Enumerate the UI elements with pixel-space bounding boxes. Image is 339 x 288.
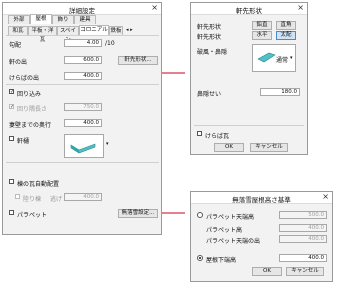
detail-settings-window: 詳細設定 × 外部 屋根 飾り 建具 和瓦 平板・洋瓦 スペイン コロニアル 鉄… — [2, 2, 162, 235]
fascia-shape-icon — [257, 52, 276, 63]
subtab-hiraita[interactable]: 平板・洋瓦 — [28, 26, 57, 43]
gutter-thumbnail-arrow[interactable]: ▾ — [106, 141, 109, 147]
roof-bottom-radio[interactable] — [197, 255, 203, 261]
gutter-label: 軒樋 — [17, 138, 30, 145]
gutter-shape-icon — [70, 143, 96, 154]
verge-tile-label: けらば瓦 — [205, 133, 230, 140]
eave-shape-row1-label: 軒先形状 — [197, 24, 222, 31]
snow-titlebar: 無落雪屋根高さ基準 × — [191, 192, 332, 204]
tab-exterior[interactable]: 外部 — [8, 15, 30, 24]
subtab-scroll-icon[interactable]: ◂ ▸ — [126, 27, 133, 33]
tab-roof[interactable]: 屋根 — [30, 14, 52, 24]
horizontal-button[interactable]: 水平 — [252, 31, 272, 40]
ok-button[interactable]: OK — [252, 267, 282, 276]
parapet-label: パラペット — [17, 212, 48, 219]
gable-depth-input[interactable]: 400.0 — [64, 119, 102, 127]
vertical-button[interactable]: 鉛直 — [252, 21, 272, 30]
flat-ridge-clearance-input[interactable]: 400.0 — [64, 193, 102, 201]
eave-divider — [194, 125, 304, 126]
ridge-auto-label: 棟の瓦自動配置 — [17, 181, 60, 188]
verge-label: けらばの出 — [9, 75, 40, 82]
tab-fittings[interactable]: 建具 — [74, 15, 96, 24]
eave-shape-window: 軒先形状 × 軒先形状 鉛直 直角 軒先形状 水平 太配 破風・鼻隠 通常 ▾ … — [190, 2, 308, 155]
ok-button[interactable]: OK — [214, 143, 244, 152]
pitch-unit: /10 — [105, 40, 115, 47]
detail-title: 詳細設定 — [69, 7, 95, 15]
close-icon[interactable]: × — [151, 4, 158, 12]
parapet-out-label: パラペット天端の出 — [206, 238, 261, 245]
section-divider-1 — [6, 84, 159, 85]
subtab-spain[interactable]: スペイン — [57, 26, 79, 43]
subtab-wagawara[interactable]: 和瓦 — [8, 26, 28, 35]
parapet-top-radio[interactable] — [197, 212, 203, 218]
wrap-corner-label: 回り隅長さ — [17, 106, 48, 113]
eave-shape-button[interactable]: 軒先形状... — [118, 56, 158, 65]
ridge-auto-checkbox[interactable] — [9, 179, 14, 184]
eave-shape-row2-label: 軒先形状 — [197, 34, 222, 41]
wrap-label: 回り込み — [17, 91, 42, 98]
flat-ridge-checkbox[interactable] — [15, 194, 20, 199]
section-divider-2 — [6, 162, 159, 163]
snow-title: 無落雪屋根高さ基準 — [232, 196, 291, 204]
flat-ridge-label: 陸り棟 — [23, 196, 42, 203]
parapet-top-label: パラペット天端高 — [206, 214, 255, 221]
radio-selected-dot — [199, 257, 201, 259]
fascia-combo-value: 通常 — [276, 57, 289, 64]
eave-titlebar: 軒先形状 × — [191, 3, 307, 15]
flat-ridge-clearance-label: 逃げ — [50, 196, 63, 203]
roof-bottom-input[interactable]: 400.0 — [279, 254, 327, 262]
wrap-checkbox[interactable]: ✓ — [9, 89, 14, 95]
pitch-label: 勾配 — [9, 42, 22, 49]
thick-button[interactable]: 太配 — [276, 31, 296, 40]
chevron-down-icon[interactable]: ▾ — [290, 55, 293, 61]
detail-titlebar: 詳細設定 × — [3, 3, 161, 15]
roof-bottom-label: 屋根下端高 — [206, 257, 237, 264]
eave-overhang-label: 軒の出 — [9, 59, 28, 66]
pitch-input[interactable]: 4.00 — [64, 39, 102, 47]
eave-title: 軒先形状 — [236, 7, 262, 15]
verge-input[interactable]: 400.0 — [64, 72, 102, 80]
subtab-teppan[interactable]: 鉄板 — [109, 26, 123, 35]
eave-overhang-input[interactable]: 600.0 — [64, 56, 102, 64]
subtab-divider — [6, 35, 159, 36]
parapet-top-input[interactable]: 500.0 — [279, 211, 327, 219]
right-angle-button[interactable]: 直角 — [276, 21, 296, 30]
subtab-colonial[interactable]: コロニアル — [79, 25, 109, 35]
close-icon[interactable]: × — [322, 193, 329, 201]
wrap-corner-checkbox[interactable]: ✓ — [9, 104, 14, 110]
tab-decoration[interactable]: 飾り — [52, 15, 74, 24]
fascia-label: 破風・鼻隠 — [197, 49, 228, 56]
parapet-out-input[interactable]: 400.0 — [279, 235, 327, 243]
close-icon[interactable]: × — [297, 4, 304, 12]
fascia-height-input[interactable]: 180.0 — [260, 88, 300, 96]
snow-settings-button[interactable]: 無落雪設定... — [118, 209, 158, 218]
gable-depth-label: 妻壁までの奥行 — [9, 122, 52, 129]
parapet-height-input[interactable]: 400.0 — [279, 224, 327, 232]
cancel-button[interactable]: キャンセル — [250, 143, 288, 152]
verge-tile-checkbox[interactable] — [197, 131, 202, 136]
fascia-height-label: 鼻隠せい — [197, 91, 222, 98]
parapet-checkbox[interactable] — [9, 210, 14, 215]
fascia-combo[interactable]: 通常 ▾ — [252, 44, 296, 72]
gutter-thumbnail[interactable] — [64, 134, 104, 158]
gutter-checkbox[interactable] — [9, 136, 14, 141]
wrap-corner-input[interactable]: 750.0 — [64, 103, 102, 111]
snow-roof-window: 無落雪屋根高さ基準 × パラペット天端高 500.0 パラペット高 400.0 … — [190, 191, 333, 282]
parapet-height-label: パラペット高 — [206, 227, 243, 234]
cancel-button[interactable]: キャンセル — [286, 267, 324, 276]
